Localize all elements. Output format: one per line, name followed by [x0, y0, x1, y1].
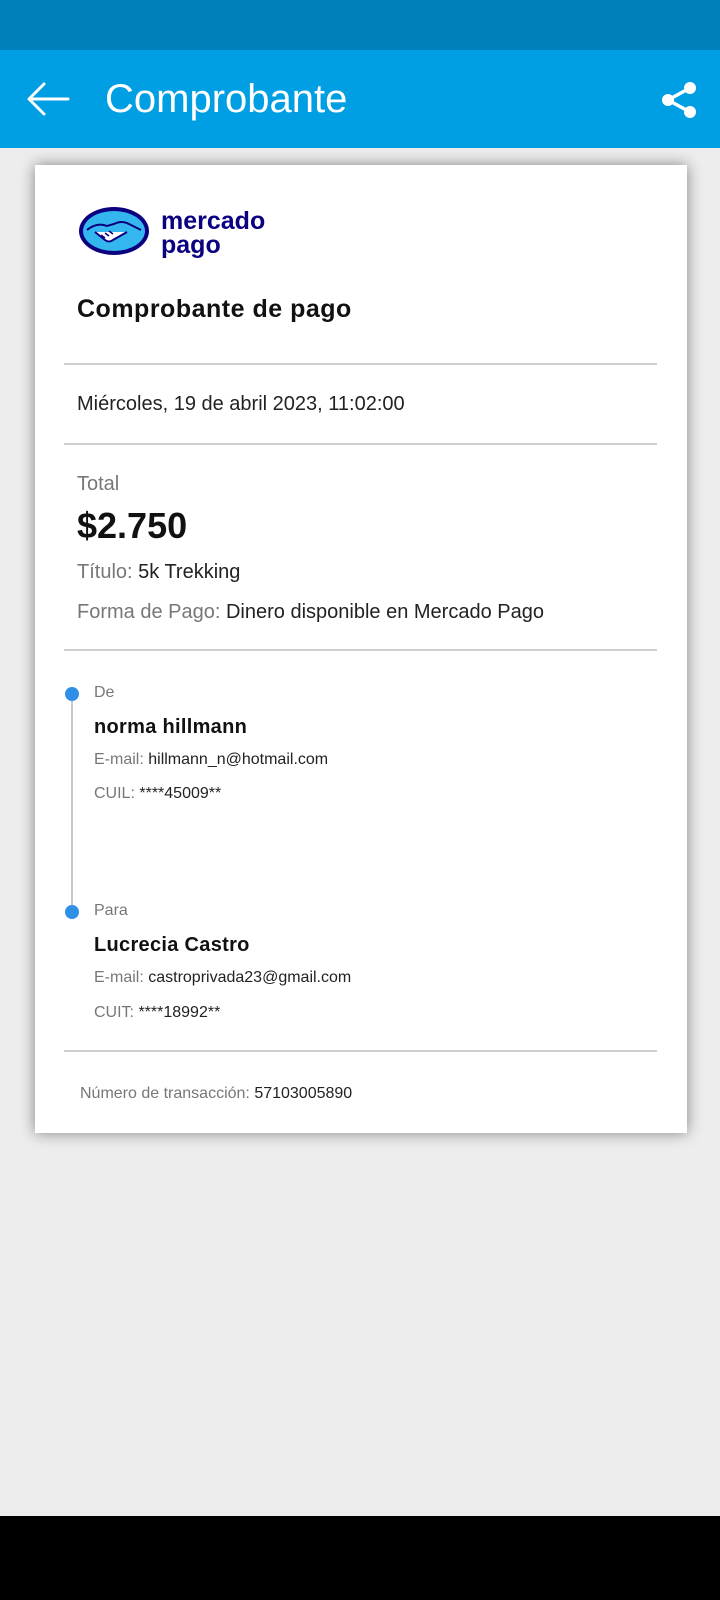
transaction-number: 57103005890	[254, 1085, 353, 1102]
sender-name: norma hillmann	[94, 716, 248, 738]
arrow-left-icon	[27, 82, 70, 116]
recipient-email-label: E-mail:	[94, 969, 144, 986]
total-label: Total	[77, 473, 120, 495]
payment-method-row: Forma de Pago: Dinero disponible en Merc…	[77, 601, 544, 624]
payment-title-label: Título:	[77, 561, 133, 583]
recipient-heading: Para	[94, 902, 128, 919]
transaction-number-label: Número de transacción:	[80, 1085, 250, 1102]
share-button[interactable]	[654, 75, 704, 125]
timeline-line	[71, 695, 73, 913]
status-bar	[0, 0, 720, 50]
receipt-title: Comprobante de pago	[77, 295, 352, 323]
total-amount: $2.750	[77, 505, 188, 546]
page-title: Comprobante	[105, 77, 348, 121]
payment-date: Miércoles, 19 de abril 2023, 11:02:00	[77, 393, 405, 415]
sender-id: ****45009**	[139, 785, 222, 802]
sender-heading: De	[94, 684, 115, 701]
sender-email-row: E-mail: hillmann_n@hotmail.com	[94, 751, 328, 769]
recipient-dot	[65, 905, 79, 919]
sender-email: hillmann_n@hotmail.com	[148, 751, 329, 768]
divider	[64, 443, 657, 445]
divider	[64, 363, 657, 365]
mercado-pago-logo: mercado pago	[79, 207, 265, 259]
back-button[interactable]	[24, 75, 72, 123]
payment-title-row: Título: 5k Trekking	[77, 561, 240, 584]
payment-method-label: Forma de Pago:	[77, 601, 221, 623]
navigation-bar	[0, 1516, 720, 1600]
share-icon	[662, 82, 696, 118]
divider	[64, 649, 657, 651]
recipient-email: castroprivada23@gmail.com	[148, 969, 352, 986]
sender-id-row: CUIL: ****45009**	[94, 785, 221, 803]
transaction-number-row: Número de transacción: 57103005890	[80, 1085, 352, 1103]
sender-id-label: CUIL:	[94, 785, 135, 802]
divider	[64, 1050, 657, 1052]
sender-dot	[65, 687, 79, 701]
app-bar: Comprobante	[0, 50, 720, 148]
recipient-id-label: CUIT:	[94, 1004, 134, 1021]
sender-email-label: E-mail:	[94, 751, 144, 768]
svg-text:pago: pago	[161, 231, 221, 259]
recipient-email-row: E-mail: castroprivada23@gmail.com	[94, 969, 351, 987]
recipient-id-row: CUIT: ****18992**	[94, 1004, 220, 1022]
payment-title-value: 5k Trekking	[138, 561, 241, 583]
payment-method-value: Dinero disponible en Mercado Pago	[225, 601, 544, 623]
recipient-id: ****18992**	[138, 1004, 221, 1021]
receipt-card: mercado pago Comprobante de pago Miércol…	[35, 165, 687, 1133]
recipient-name: Lucrecia Castro	[94, 934, 250, 956]
